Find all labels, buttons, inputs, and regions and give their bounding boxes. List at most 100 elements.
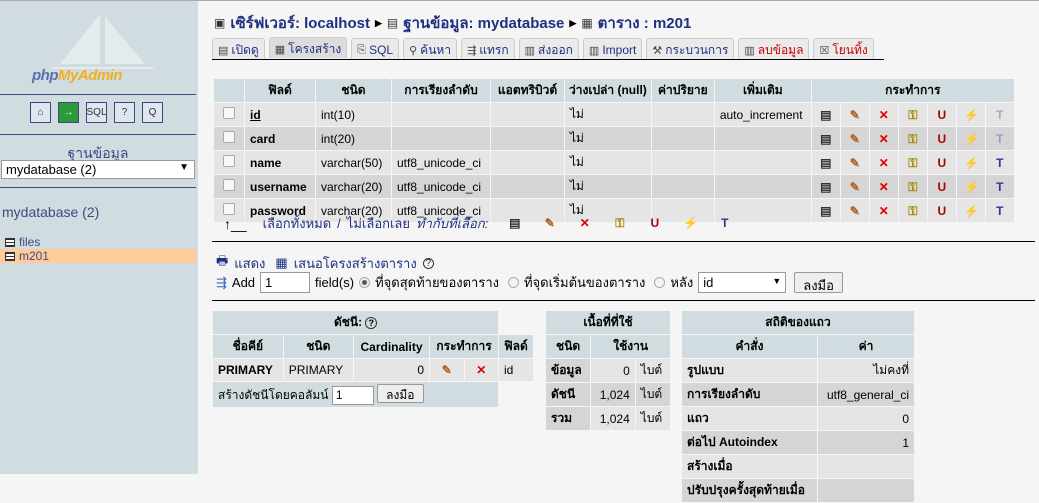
primary-key-icon[interactable]: ⚿ — [906, 108, 919, 122]
help-icon[interactable]: ? — [422, 257, 434, 269]
help-icon[interactable]: ? — [365, 317, 377, 329]
edit-icon[interactable]: ✎ — [848, 204, 861, 218]
unique-icon[interactable]: U — [935, 132, 948, 146]
quick-icons: ⌂ → SQL ? Q — [30, 102, 163, 123]
edit-icon[interactable]: ✎ — [848, 108, 861, 122]
drop-icon[interactable]: ✕ — [877, 156, 890, 170]
browse-icon[interactable]: ▤ — [819, 180, 832, 194]
bulk-primary-key-icon[interactable]: ⚿ — [613, 217, 626, 230]
breadcrumb-table[interactable]: ตาราง : m201 — [598, 11, 692, 35]
primary-key-icon[interactable]: ⚿ — [906, 180, 919, 194]
create-index-label: สร้างดัชนีโดยคอลัมน์ — [218, 388, 329, 402]
fulltext-icon[interactable]: T — [993, 204, 1006, 218]
space-unit: ไบต์ — [635, 359, 670, 382]
uncheck-all-link[interactable]: ไม่เลือกเลย — [347, 213, 410, 234]
breadcrumb-database[interactable]: ฐานข้อมูล: mydatabase — [403, 11, 564, 35]
tab-0[interactable]: ▤ เปิดดู — [212, 38, 265, 59]
drop-icon[interactable]: ✕ — [877, 132, 890, 146]
primary-key-icon[interactable]: ⚿ — [906, 204, 919, 218]
cell-type: varchar(20) — [316, 175, 391, 198]
database-name-link[interactable]: mydatabase (2) — [2, 204, 99, 220]
stat-row: ต่อไป Autoindex 1 — [682, 431, 914, 454]
drop-icon[interactable]: ✕ — [475, 364, 488, 377]
unique-icon[interactable]: U — [935, 180, 948, 194]
tab-4[interactable]: ⇶ แทรก — [461, 38, 515, 59]
browse-icon[interactable]: ▤ — [819, 108, 832, 122]
index-icon[interactable]: ⚡ — [964, 132, 979, 146]
primary-key-icon[interactable]: ⚿ — [906, 132, 919, 146]
exit-icon[interactable]: → — [58, 102, 79, 123]
bulk-edit-icon[interactable]: ✎ — [543, 217, 556, 230]
radio-at-end[interactable] — [359, 277, 371, 288]
index-icon[interactable]: ⚡ — [964, 156, 979, 170]
breadcrumb-server[interactable]: เซิร์ฟเวอร์: localhost — [230, 11, 370, 35]
tab-5[interactable]: ▥ ส่งออก — [518, 38, 579, 59]
edit-icon[interactable]: ✎ — [848, 180, 861, 194]
unique-icon[interactable]: U — [935, 204, 948, 218]
edit-icon[interactable]: ✎ — [848, 132, 861, 146]
sql-docs-icon[interactable]: Q — [142, 102, 163, 123]
bulk-browse-icon[interactable]: ▤ — [508, 217, 521, 230]
tab-icon: ⎘ — [357, 43, 367, 56]
index-icon[interactable]: ⚡ — [964, 108, 979, 122]
home-icon[interactable]: ⌂ — [30, 102, 51, 123]
bulk-index-icon[interactable]: ⚡ — [683, 217, 698, 230]
index-icon[interactable]: ⚡ — [964, 180, 979, 194]
after-field-select[interactable]: id ▼ — [698, 272, 787, 293]
fulltext-icon[interactable]: T — [993, 180, 1006, 194]
tab-1[interactable]: ▦ โครงสร้าง — [268, 37, 348, 58]
drop-icon[interactable]: ✕ — [877, 108, 890, 122]
sidebar-table-m201[interactable]: m201 — [0, 249, 196, 263]
database-select-value: mydatabase (2) — [6, 162, 97, 177]
col-header: แอตทริบิวต์ — [491, 79, 564, 102]
unique-icon[interactable]: U — [935, 156, 948, 170]
bulk-fulltext-icon[interactable]: T — [718, 217, 731, 230]
fulltext-icon[interactable]: T — [993, 156, 1006, 170]
col-header: ฟิลด์ — [498, 335, 533, 358]
radio-at-beginning[interactable] — [507, 277, 519, 288]
field-count-input[interactable]: 1 — [260, 272, 311, 293]
fulltext-icon[interactable]: T — [993, 132, 1006, 146]
edit-icon[interactable]: ✎ — [440, 364, 453, 377]
sql-query-icon[interactable]: SQL — [86, 102, 107, 123]
propose-structure-link[interactable]: เสนอโครงสร้างตาราง — [294, 253, 417, 274]
browse-icon[interactable]: ▤ — [819, 204, 832, 218]
create-index-columns-input[interactable]: 1 — [331, 386, 374, 405]
print-link[interactable]: แสดง — [234, 253, 265, 274]
tab-2[interactable]: ⎘ SQL — [351, 38, 400, 59]
index-icon[interactable]: ⚡ — [964, 204, 979, 218]
browse-icon[interactable]: ▤ — [819, 156, 832, 170]
add-field-go-button[interactable]: ลงมือ — [794, 272, 843, 293]
row-checkbox[interactable] — [223, 131, 235, 143]
col-header: กระทำการ — [430, 335, 498, 358]
browse-icon[interactable]: ▤ — [819, 132, 832, 146]
phpmyadmin-logo[interactable]: phpMyAdmin — [30, 9, 170, 87]
tab-7[interactable]: ⚒ กระบวนการ — [646, 38, 735, 59]
row-checkbox[interactable] — [223, 179, 235, 191]
tab-8[interactable]: ▥ ลบข้อมูล — [738, 38, 810, 59]
database-select[interactable]: mydatabase (2) ▼ — [1, 160, 195, 179]
cell-extra: auto_increment — [714, 103, 811, 126]
tab-label: SQL — [369, 43, 394, 57]
drop-icon[interactable]: ✕ — [877, 180, 890, 194]
row-checkbox[interactable] — [223, 107, 235, 119]
primary-key-icon[interactable]: ⚿ — [906, 156, 919, 170]
radio-after[interactable] — [654, 277, 666, 288]
edit-icon[interactable]: ✎ — [848, 156, 861, 170]
unique-icon[interactable]: U — [935, 108, 948, 122]
tab-3[interactable]: ⚲ ค้นหา — [403, 38, 458, 59]
fulltext-icon[interactable]: T — [993, 108, 1006, 122]
cell-default — [651, 103, 714, 126]
sidebar-table-files[interactable]: files — [0, 235, 196, 249]
create-index-go-button[interactable]: ลงมือ — [377, 384, 424, 403]
bulk-unique-icon[interactable]: U — [648, 217, 661, 230]
tab-9[interactable]: ☒ โยนทิ้ง — [813, 38, 874, 59]
arrow-right-icon: ▶ — [374, 17, 382, 28]
separator: / — [337, 216, 341, 231]
tab-6[interactable]: ▥ Import — [582, 38, 643, 59]
row-checkbox[interactable] — [223, 155, 235, 167]
check-all-link[interactable]: เลือกทั้งหมด — [263, 213, 332, 234]
bulk-drop-icon[interactable]: ✕ — [578, 217, 591, 230]
drop-icon[interactable]: ✕ — [877, 204, 890, 218]
help-icon[interactable]: ? — [114, 102, 135, 123]
